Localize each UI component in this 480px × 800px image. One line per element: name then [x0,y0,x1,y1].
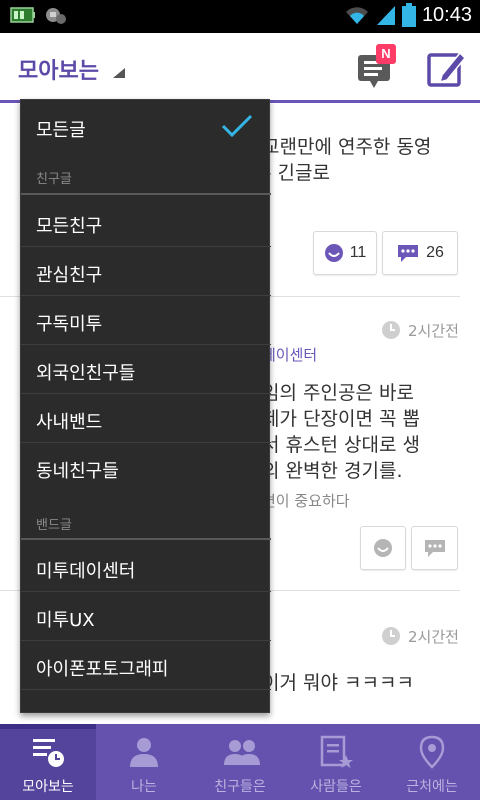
menu-item-band-metoo-center[interactable]: 미투데이센터 [21,543,271,591]
menu-item-label: 사내밴드 [36,412,103,433]
section-header-friends: 친구글 [36,172,72,187]
tab-label: 사람들은 [310,779,362,795]
menu-item-company-band[interactable]: 사내밴드 [21,394,271,442]
menu-item-label: 미투데이센터 [36,561,136,582]
comment-bubble-icon [398,245,419,262]
section-divider [21,538,271,540]
menu-item-label: 모든글 [36,120,86,141]
post-subtext: 면이 중요하다 [262,492,350,510]
menu-item-all-friends[interactable]: 모든친구 [21,198,271,246]
menu-item-band-iphone-photo[interactable]: 아이폰포토그래피 [21,641,271,689]
tab-label: 모아보는 [22,779,74,795]
emotion-count: 11 [349,244,367,261]
comment-bubble-icon [424,540,445,557]
tab-nearby[interactable]: 근처에는 [384,724,480,800]
comment-button[interactable] [411,526,458,570]
post-text: 이거 뭐야 ㅋㅋㅋㅋ [262,672,414,694]
emotion-button[interactable]: 11 [313,231,377,275]
view-selector-title[interactable]: 모아보는 [18,53,99,85]
new-notification-badge: N [376,44,396,64]
menu-item-label: 아이폰포토그래피 [36,659,169,680]
post-text: – 긴글로 [262,162,330,184]
menu-divider [21,689,271,690]
menu-item-interest-friends[interactable]: 관심친구 [21,247,271,295]
tab-friends[interactable]: 친구들은 [192,724,288,800]
tab-me[interactable]: 나는 [96,724,192,800]
app-header: 모아보는 N [0,33,480,103]
friends-icon [224,740,260,765]
post-text: 제가 단장이면 꼭 뽑 [262,408,420,430]
menu-item-label: 동네친구들 [36,461,119,482]
menu-item-label: 구독미투 [36,314,103,335]
menu-item-band-metoo-ux[interactable]: 미투UX [21,592,271,640]
tab-label: 나는 [131,779,157,795]
view-filter-dropdown: 모든글 친구글 모든친구 관심친구 구독미투 외국인친구들 사내밴드 동네친구들… [20,99,271,713]
feed-list-icon [33,739,64,767]
status-notifications [10,6,68,26]
compose-icon[interactable] [426,49,466,89]
battery-icon [401,3,416,27]
post-time: 2시간전 [408,628,459,646]
location-pin-icon [419,735,445,769]
clock: 10:43 [421,3,472,26]
active-tab-indicator [0,724,96,729]
section-header-bands: 밴드글 [36,518,72,533]
menu-item-all-posts[interactable]: 모든글 [21,102,271,150]
check-icon [221,114,253,138]
post-text: 교랜만에 연주한 동영 [262,136,432,158]
post-text: 의 완벽한 경기를. [262,460,403,482]
emotion-button[interactable] [360,526,406,570]
menu-item-label: 모든친구 [36,216,103,237]
smile-icon [374,539,392,557]
signal-icon [376,6,395,25]
tab-people[interactable]: 사람들은 [288,724,384,800]
section-divider [21,193,271,195]
dropdown-caret-icon[interactable] [113,68,125,78]
post-text: 서 휴스턴 상대로 생 [262,434,420,456]
comment-button[interactable]: 26 [382,231,458,275]
menu-item-subscribed[interactable]: 구독미투 [21,296,271,344]
bottom-navigation: 모아보는 나는 친구들은 사람들은 근처에는 [0,724,480,800]
menu-item-label: 관심친구 [36,265,103,286]
smile-icon [324,244,343,262]
tab-label: 친구들은 [214,779,266,795]
post-time: 2시간전 [408,322,459,340]
wifi-icon [345,7,368,24]
menu-item-label: 외국인친구들 [36,363,136,384]
status-system: 10:43 [344,3,472,27]
status-bar: 10:43 [0,0,480,33]
battery-meter-icon [10,7,35,23]
post-text: 임의 주인공은 바로 [262,382,414,404]
menu-item-neighborhood-friends[interactable]: 동네친구들 [21,443,271,491]
comment-count: 26 [426,244,444,261]
people-star-icon [320,735,353,768]
menu-item-foreign-friends[interactable]: 외국인친구들 [21,345,271,393]
messenger-app-icon [46,8,66,24]
clock-icon [382,627,400,645]
person-icon [130,738,158,767]
menu-item-label: 미투UX [36,610,95,631]
tab-feed[interactable]: 모아보는 [0,724,96,800]
tab-label: 근처에는 [406,779,458,795]
clock-icon [382,321,400,339]
